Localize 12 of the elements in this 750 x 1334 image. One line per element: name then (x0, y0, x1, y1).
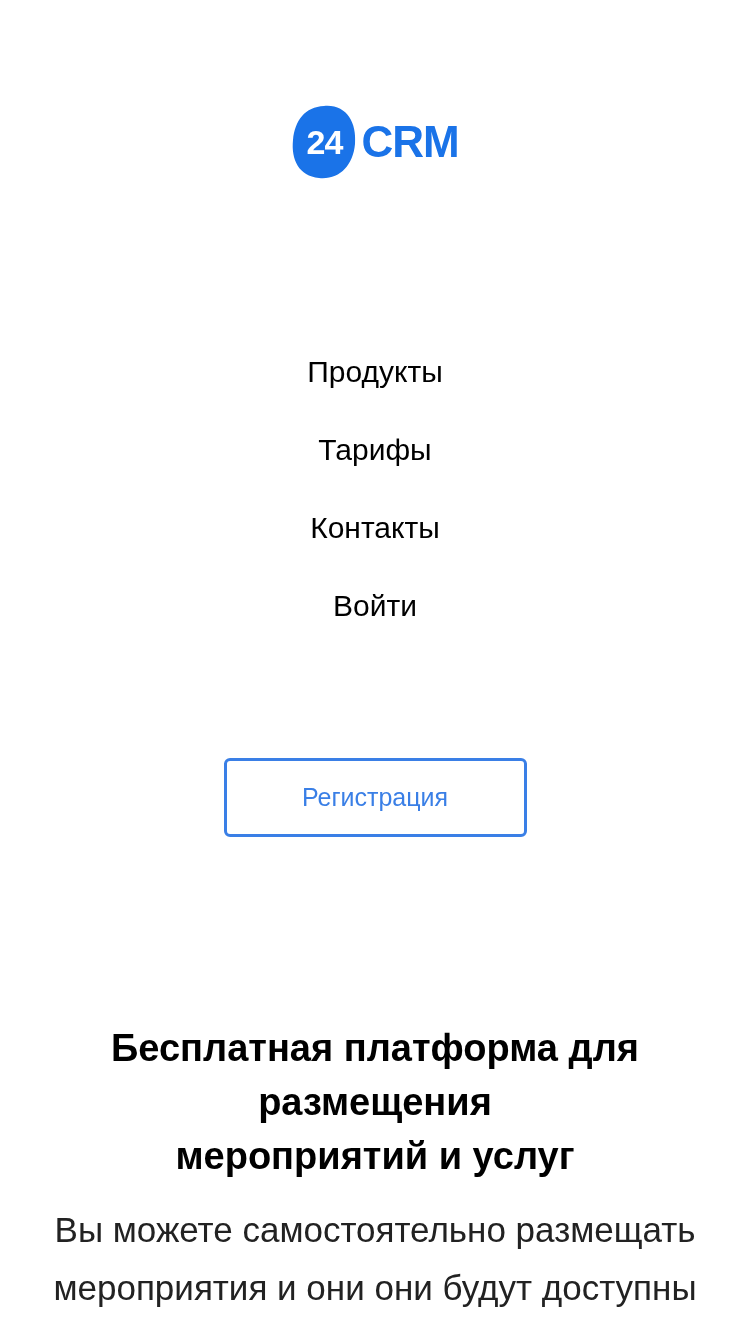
nav-link[interactable]: Войти (333, 588, 417, 624)
heading-line: размещения (257, 1080, 493, 1125)
nav-link[interactable]: Продукты (307, 354, 443, 390)
logo-number: 24 (306, 122, 343, 162)
nav-link[interactable]: Контакты (310, 510, 440, 546)
intro-text-line: мероприятия и они они будут доступны (53, 1267, 697, 1309)
heading-line: Бесплатная платформа для (111, 1026, 639, 1071)
heading-line: мероприятий и услуг (174, 1134, 576, 1179)
nav-link[interactable]: Тарифы (318, 432, 432, 468)
register-button[interactable]: Регистрация (223, 758, 527, 837)
intro-text-line: Вы можете самостоятельно размещать (53, 1209, 697, 1251)
logo-text: CRM (361, 117, 459, 167)
